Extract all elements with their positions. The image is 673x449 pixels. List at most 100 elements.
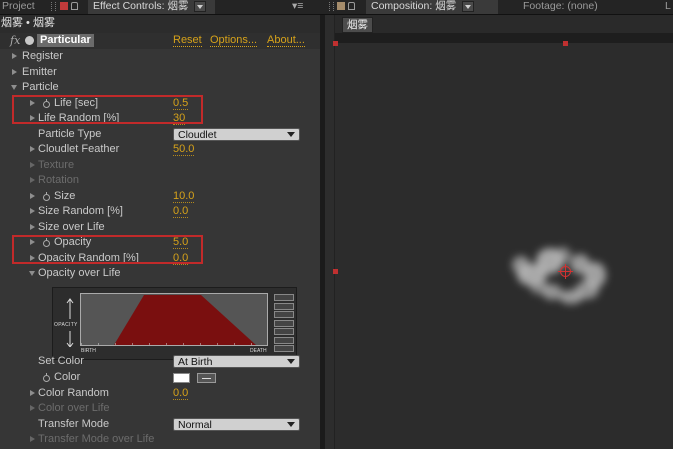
expand-arrow-icon[interactable]	[30, 223, 35, 230]
layer-handle-top-left[interactable]	[333, 41, 338, 46]
particle-label: Particle	[22, 81, 59, 93]
param-color-random: Color Random 0.0	[0, 386, 320, 402]
emitter-position-crosshair-icon[interactable]	[558, 264, 573, 279]
expand-arrow-icon[interactable]	[30, 405, 35, 411]
particle-type-select[interactable]: Cloudlet	[173, 127, 300, 141]
chevron-down-icon[interactable]	[462, 0, 475, 12]
size-random-label: Size Random [%]	[38, 205, 123, 217]
group-color-over-life[interactable]: Color over Life	[0, 401, 320, 417]
preset-random[interactable]	[274, 336, 294, 344]
comp-lock-icon[interactable]	[337, 0, 358, 14]
about-button[interactable]: About...	[267, 35, 305, 47]
preset-ramp-up[interactable]	[274, 302, 294, 310]
group-size-over-life[interactable]: Size over Life	[0, 220, 320, 236]
expand-arrow-icon[interactable]	[30, 177, 35, 183]
preset-flat[interactable]	[274, 294, 294, 301]
tab-composition-label: Composition: 烟雾	[371, 0, 457, 12]
param-size: Size 10.0	[0, 189, 320, 205]
effect-controls-panel: 烟雾 • 烟雾 fx Particular Reset Options... A…	[0, 15, 321, 449]
preset-ramp-down[interactable]	[274, 311, 294, 318]
cloudlet-feather-label: Cloudlet Feather	[38, 143, 120, 155]
tab-cut[interactable]: L	[665, 0, 671, 14]
emitter-label: Emitter	[22, 65, 57, 78]
expand-arrow-icon[interactable]	[30, 192, 35, 199]
tab-project[interactable]: Project	[2, 0, 35, 14]
size-over-life-label: Size over Life	[38, 220, 105, 233]
particle-type-label: Particle Type	[38, 127, 102, 140]
param-particle-type: Particle Type Cloudlet	[0, 127, 320, 143]
group-register[interactable]: Register	[0, 49, 320, 65]
preset-steps[interactable]	[274, 345, 294, 352]
breadcrumb: 烟雾 • 烟雾	[0, 15, 321, 33]
fx-toggle-icon[interactable]: fx	[10, 34, 20, 47]
stopwatch-icon[interactable]	[43, 191, 50, 201]
opacity-over-life-label: Opacity over Life	[38, 267, 121, 279]
scrollbar[interactable]	[325, 15, 335, 449]
layer-handle-top-center[interactable]	[563, 41, 568, 46]
param-cloudlet-feather: Cloudlet Feather 50.0	[0, 142, 320, 158]
options-button[interactable]: Options...	[210, 35, 258, 47]
group-transfer-mode-over-life[interactable]: Transfer Mode over Life	[0, 432, 320, 448]
effect-header: fx Particular Reset Options... About...	[0, 33, 320, 49]
panel-grip-icon[interactable]	[48, 0, 59, 14]
tab-cut-label: L	[665, 0, 671, 12]
panel-tab-bar: Project Effect Controls: 烟雾 ▾≡ Compositi…	[0, 0, 673, 15]
panel-grip-icon-2[interactable]	[326, 0, 337, 14]
graph-canvas[interactable]	[80, 293, 268, 346]
tab-composition[interactable]: Composition: 烟雾	[366, 0, 498, 14]
layer-handle-middle-left[interactable]	[333, 269, 338, 274]
composition-toolbar	[335, 15, 673, 33]
group-particle[interactable]: Particle	[0, 80, 320, 96]
color-random-label: Color Random	[38, 386, 109, 399]
rotation-label: Rotation	[38, 174, 79, 186]
color-over-life-label: Color over Life	[38, 402, 110, 414]
group-rotation[interactable]: Rotation	[0, 173, 320, 189]
tab-footage[interactable]: Footage: (none)	[523, 0, 598, 14]
size-label: Size	[54, 189, 76, 202]
reset-button[interactable]: Reset	[173, 35, 202, 47]
param-transfer-mode: Transfer Mode Normal	[0, 417, 320, 433]
group-texture[interactable]: Texture	[0, 158, 320, 174]
transfer-mode-over-life-label: Transfer Mode over Life	[38, 433, 155, 445]
color-random-value[interactable]: 0.0	[173, 387, 189, 400]
set-color-select[interactable]: At Birth	[173, 355, 300, 368]
expand-arrow-icon[interactable]	[30, 436, 35, 442]
expand-arrow-icon[interactable]	[12, 68, 17, 75]
curve-presets	[274, 294, 294, 355]
chevron-down-icon[interactable]	[194, 0, 207, 12]
size-value[interactable]: 10.0	[173, 190, 195, 203]
collapse-arrow-icon[interactable]	[29, 271, 35, 276]
tab-effect-controls[interactable]: Effect Controls: 烟雾	[88, 0, 215, 14]
collapse-arrow-icon[interactable]	[11, 85, 17, 90]
preset-wave[interactable]	[274, 328, 294, 335]
cloudlet-feather-value[interactable]: 50.0	[173, 144, 195, 156]
composition-viewer[interactable]	[335, 43, 673, 449]
highlight-box-opacity	[12, 235, 203, 264]
color-swatch[interactable]	[173, 373, 190, 383]
group-emitter[interactable]: Emitter	[0, 65, 320, 81]
stopwatch-icon[interactable]	[43, 373, 50, 382]
texture-label: Texture	[38, 158, 75, 171]
register-label: Register	[22, 50, 63, 62]
effect-name[interactable]: Particular	[37, 34, 94, 47]
opacity-curve[interactable]	[81, 294, 267, 345]
expand-arrow-icon[interactable]	[12, 53, 17, 59]
transfer-mode-label: Transfer Mode	[38, 417, 110, 430]
graph-y-label: OPACITY	[54, 322, 78, 328]
expand-arrow-icon[interactable]	[30, 161, 35, 168]
expand-arrow-icon[interactable]	[30, 389, 35, 396]
smoke-particles	[512, 247, 606, 304]
comp-name-tab[interactable]: 烟雾	[342, 17, 373, 33]
lock-icon[interactable]	[60, 0, 81, 14]
transfer-mode-select[interactable]: Normal	[173, 417, 300, 431]
opacity-over-life-graph: OPACITY BIRTH DEATH	[52, 287, 297, 360]
panel-menu-icon[interactable]: ▾≡	[292, 0, 303, 14]
group-opacity-over-life[interactable]: Opacity over Life	[0, 266, 320, 282]
tab-effect-controls-label: Effect Controls: 烟雾	[93, 0, 189, 12]
preset-bell[interactable]	[274, 319, 294, 327]
expand-arrow-icon[interactable]	[30, 146, 35, 152]
size-random-value[interactable]: 0.0	[173, 206, 189, 218]
eyedropper-icon[interactable]	[197, 373, 216, 383]
expand-arrow-icon[interactable]	[30, 208, 35, 214]
color-label: Color	[54, 371, 81, 383]
